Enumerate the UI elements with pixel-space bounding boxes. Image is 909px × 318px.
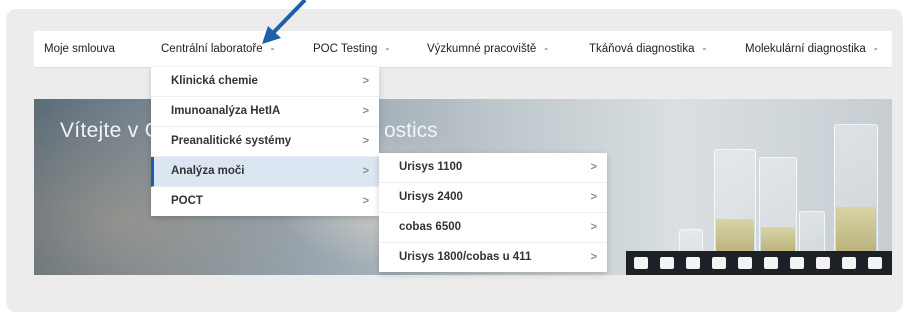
nav-item-label: Molekulární diagnostika	[745, 43, 866, 55]
hero-title-left: Vítejte v O	[60, 119, 162, 142]
chevron-right-icon: >	[590, 221, 597, 233]
menu-item-urisys-1800-cobas-u-411[interactable]: Urisys 1800/cobas u 411 >	[379, 243, 607, 272]
menu-item-label: Urisys 2400	[399, 191, 463, 203]
menu-item-label: Urisys 1800/cobas u 411	[399, 251, 532, 263]
test-tube-image	[759, 157, 797, 259]
menu-item-urisys-1100[interactable]: Urisys 1100 >	[379, 153, 607, 183]
nav-item-tkanova-diagnostika[interactable]: Tkáňová diagnostika -	[589, 31, 706, 67]
menu-item-label: Analýza moči	[171, 165, 245, 177]
caret-icon: -	[702, 43, 707, 55]
menu-item-label: Imunoanalýza HetIA	[171, 105, 281, 117]
nav-item-label: Moje smlouva	[44, 43, 115, 55]
chevron-right-icon: >	[590, 251, 597, 263]
menu-item-poct[interactable]: POCT >	[151, 187, 379, 216]
tube-rack-image	[626, 251, 892, 275]
caret-icon: -	[270, 43, 275, 55]
nav-item-label: POC Testing	[313, 43, 378, 55]
nav-item-centralni-laboratore[interactable]: Centrální laboratoře -	[161, 31, 275, 67]
main-navbar: Moje smlouva Centrální laboratoře - POC T…	[34, 31, 892, 68]
chevron-right-icon: >	[362, 105, 369, 117]
chevron-right-icon: >	[362, 195, 369, 207]
menu-item-label: Klinická chemie	[171, 75, 258, 87]
nav-item-label: Tkáňová diagnostika	[589, 43, 695, 55]
nav-item-moje-smlouva[interactable]: Moje smlouva	[44, 31, 115, 67]
test-tube-image	[714, 149, 756, 261]
nav-item-label: Výzkumné pracoviště	[427, 43, 537, 55]
submenu-analyza-moci: Urisys 1100 > Urisys 2400 > cobas 6500 >…	[379, 153, 607, 272]
caret-icon: -	[544, 43, 549, 55]
menu-item-label: POCT	[171, 195, 203, 207]
nav-item-poc-testing[interactable]: POC Testing -	[313, 31, 389, 67]
chevron-right-icon: >	[362, 165, 369, 177]
menu-item-urisys-2400[interactable]: Urisys 2400 >	[379, 183, 607, 213]
dropdown-centralni-laboratore: Klinická chemie > Imunoanalýza HetIA > P…	[151, 67, 379, 216]
chevron-right-icon: >	[590, 191, 597, 203]
menu-item-klinicka-chemie[interactable]: Klinická chemie >	[151, 67, 379, 97]
hero-title-right: ostics	[384, 119, 438, 142]
menu-item-analyza-moci[interactable]: Analýza moči >	[151, 157, 379, 187]
menu-item-label: cobas 6500	[399, 221, 462, 233]
chevron-right-icon: >	[362, 135, 369, 147]
menu-item-label: Urisys 1100	[399, 161, 463, 173]
chevron-right-icon: >	[362, 75, 369, 87]
chevron-right-icon: >	[590, 161, 597, 173]
test-tube-image	[834, 124, 878, 261]
menu-item-label: Preanalitické systémy	[171, 135, 292, 147]
caret-icon: -	[385, 43, 390, 55]
nav-item-vyzkumne-pracoviste[interactable]: Výzkumné pracoviště -	[427, 31, 548, 67]
menu-item-imunoanalyza-hetia[interactable]: Imunoanalýza HetIA >	[151, 97, 379, 127]
nav-item-label: Centrální laboratoře	[161, 43, 263, 55]
menu-item-cobas-6500[interactable]: cobas 6500 >	[379, 213, 607, 243]
caret-icon: -	[873, 43, 878, 55]
nav-item-molekularni-diagnostika[interactable]: Molekulární diagnostika -	[745, 31, 878, 67]
menu-item-preanaliticke-systemy[interactable]: Preanalitické systémy >	[151, 127, 379, 157]
